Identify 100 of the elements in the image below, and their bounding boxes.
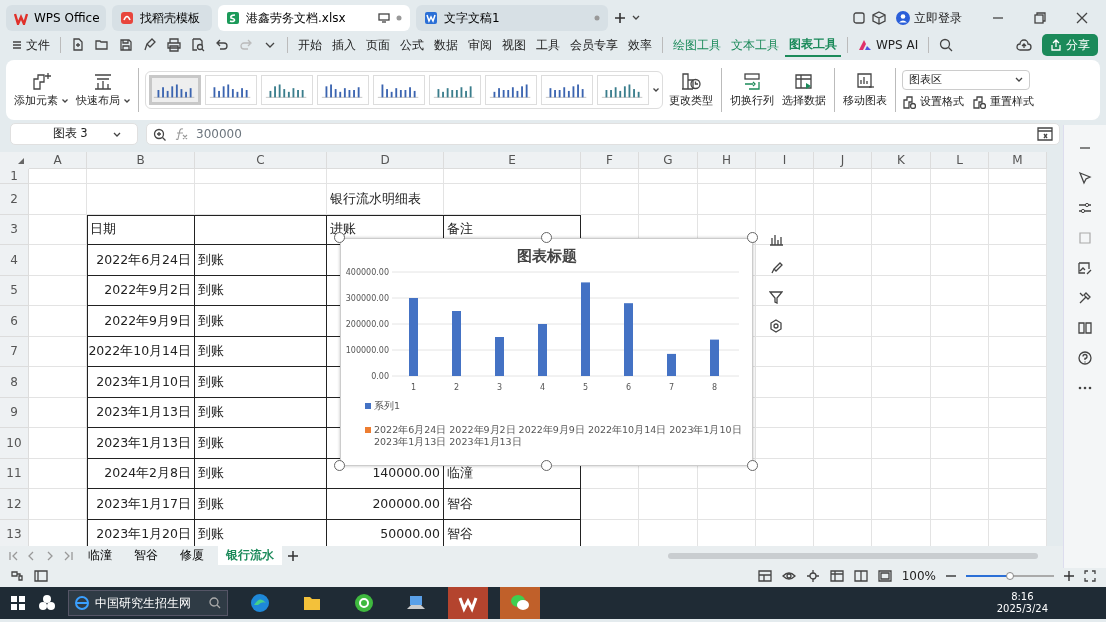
menu-tab[interactable]: 绘图工具 <box>669 34 725 56</box>
help-icon[interactable] <box>1078 351 1092 365</box>
save-icon[interactable] <box>119 38 133 52</box>
menu-tab[interactable]: 文本工具 <box>727 34 783 56</box>
row-header[interactable]: 1 <box>0 169 29 184</box>
taskbar-search-field[interactable]: 中国研究生招生网 <box>68 590 228 616</box>
menu-tab[interactable]: 公式 <box>396 34 428 56</box>
row-header[interactable]: 6 <box>0 306 29 337</box>
ribbon-button[interactable]: 更改类型 <box>667 69 715 111</box>
menu-tab[interactable]: 开始 <box>294 34 326 56</box>
eye-icon[interactable] <box>781 570 796 582</box>
sheet-tab[interactable]: 银行流水 <box>218 546 282 565</box>
chart-card[interactable]: 图表标题 0.00 100000.00 200000.00 300000.00 400000.00 1 2 3 4 5 6 7 8 系列1 2022年6月24日 2022年9月2日 2022年9月9日 2022年10月14日 2023年1月10日 2023年1月13日 2023年1月13日 <box>340 238 753 466</box>
column-header[interactable]: F <box>581 152 639 169</box>
windows-logo-icon[interactable] <box>10 595 26 611</box>
ribbon-button[interactable]: 快速布局 <box>74 69 132 111</box>
cursor-icon[interactable] <box>1078 171 1092 185</box>
row-header[interactable]: 5 <box>0 275 29 306</box>
row-header[interactable]: 12 <box>0 489 29 520</box>
row-header[interactable]: 9 <box>0 397 29 428</box>
folder-icon[interactable] <box>95 38 109 52</box>
file-tab[interactable]: 港鑫劳务文档.xlsx <box>218 5 410 31</box>
menu-tab[interactable]: 视图 <box>498 34 530 56</box>
column-header[interactable]: J <box>814 152 872 169</box>
zoom-value[interactable]: 100% <box>901 567 936 585</box>
chart-element-dropdown[interactable]: 图表区 <box>902 69 1030 90</box>
add-sheet-icon[interactable] <box>288 550 298 561</box>
row-header[interactable]: 10 <box>0 428 29 459</box>
column-header[interactable]: A <box>29 152 87 169</box>
login-button[interactable]: 立即登录 <box>892 7 966 29</box>
menu-tab[interactable]: 数据 <box>430 34 462 56</box>
ribbon-button[interactable]: 设置格式 <box>902 93 964 111</box>
flower-app-icon[interactable] <box>38 594 56 612</box>
normal-view-icon[interactable] <box>829 570 844 582</box>
file-menu[interactable]: 文件 <box>8 34 54 56</box>
chart-style-option[interactable] <box>597 75 649 105</box>
ribbon-button[interactable]: 选择数据 <box>780 69 828 111</box>
chart-style-option[interactable] <box>205 75 257 105</box>
brush-icon[interactable] <box>769 261 783 275</box>
table-view-icon[interactable] <box>757 570 772 582</box>
column-header[interactable]: C <box>195 152 327 169</box>
ai-button[interactable]: WPS AI <box>854 34 923 56</box>
sliders-icon[interactable] <box>1078 201 1092 215</box>
column-header[interactable]: B <box>87 152 195 169</box>
chart-style-option[interactable] <box>429 75 481 105</box>
name-box[interactable]: 图表 3 <box>10 123 138 145</box>
column-header[interactable]: M <box>989 152 1047 169</box>
resize-handle[interactable] <box>540 460 552 471</box>
search-icon[interactable] <box>939 38 954 52</box>
column-header[interactable]: E <box>444 152 581 169</box>
resize-handle[interactable] <box>747 460 758 471</box>
page-break-icon[interactable] <box>853 570 868 582</box>
ribbon-button[interactable]: 移动图表 <box>841 69 889 111</box>
printer-icon[interactable] <box>167 38 181 52</box>
row-header[interactable]: 13 <box>0 519 29 546</box>
zoom-in-icon[interactable] <box>1064 571 1074 581</box>
row-header[interactable]: 2 <box>0 184 29 215</box>
column-header[interactable]: D <box>327 152 444 169</box>
share-button[interactable]: 分享 <box>1042 34 1098 56</box>
menu-tab[interactable]: 会员专享 <box>566 34 622 56</box>
chart-elements-icon[interactable] <box>769 232 783 246</box>
settings-icon[interactable] <box>769 319 783 333</box>
caret-icon[interactable] <box>632 15 640 21</box>
caret-icon[interactable] <box>653 88 659 92</box>
ribbon-button[interactable]: 添加元素 <box>12 69 70 111</box>
close-icon[interactable] <box>1076 12 1088 24</box>
menu-tab[interactable]: 页面 <box>362 34 394 56</box>
ribbon-button[interactable]: 切换行列 <box>728 69 776 111</box>
chart-style-option[interactable] <box>373 75 425 105</box>
row-header[interactable]: 11 <box>0 458 29 489</box>
resize-handle[interactable] <box>334 460 345 471</box>
row-header[interactable]: 8 <box>0 367 29 398</box>
cube-icon[interactable] <box>872 11 886 25</box>
menu-tab[interactable]: 效率 <box>624 34 656 56</box>
chart-style-option[interactable] <box>261 75 313 105</box>
undo-icon[interactable] <box>215 38 229 52</box>
chart-style-option[interactable] <box>541 75 593 105</box>
cloud-upload-icon[interactable] <box>1016 38 1032 52</box>
file-tab[interactable]: WPS Office <box>6 5 106 31</box>
menu-tab[interactable]: 插入 <box>328 34 360 56</box>
new-file-icon[interactable] <box>71 38 85 52</box>
brush-icon[interactable] <box>143 38 157 52</box>
restore-icon[interactable] <box>1034 12 1046 24</box>
column-header[interactable]: H <box>698 152 756 169</box>
slider-thumb[interactable] <box>1006 572 1014 580</box>
ribbon-button[interactable]: 重置样式 <box>972 93 1034 111</box>
chart-style-option[interactable] <box>317 75 369 105</box>
image-edit-icon[interactable] <box>1078 261 1092 275</box>
row-header[interactable]: 7 <box>0 336 29 367</box>
horizontal-scrollbar[interactable] <box>668 552 1038 559</box>
chart-style-option[interactable] <box>485 75 537 105</box>
file-tab[interactable]: 文字文稿1 <box>416 5 608 31</box>
row-header[interactable]: 4 <box>0 245 29 276</box>
sheet-tab[interactable]: 临潼 <box>80 546 120 565</box>
resize-handle[interactable] <box>540 232 552 243</box>
chart-style-option[interactable] <box>149 75 201 105</box>
column-header[interactable]: I <box>756 152 814 169</box>
layout-options-icon[interactable] <box>805 570 820 582</box>
page-view-icon[interactable] <box>877 570 892 582</box>
tools-icon[interactable] <box>1078 291 1092 305</box>
